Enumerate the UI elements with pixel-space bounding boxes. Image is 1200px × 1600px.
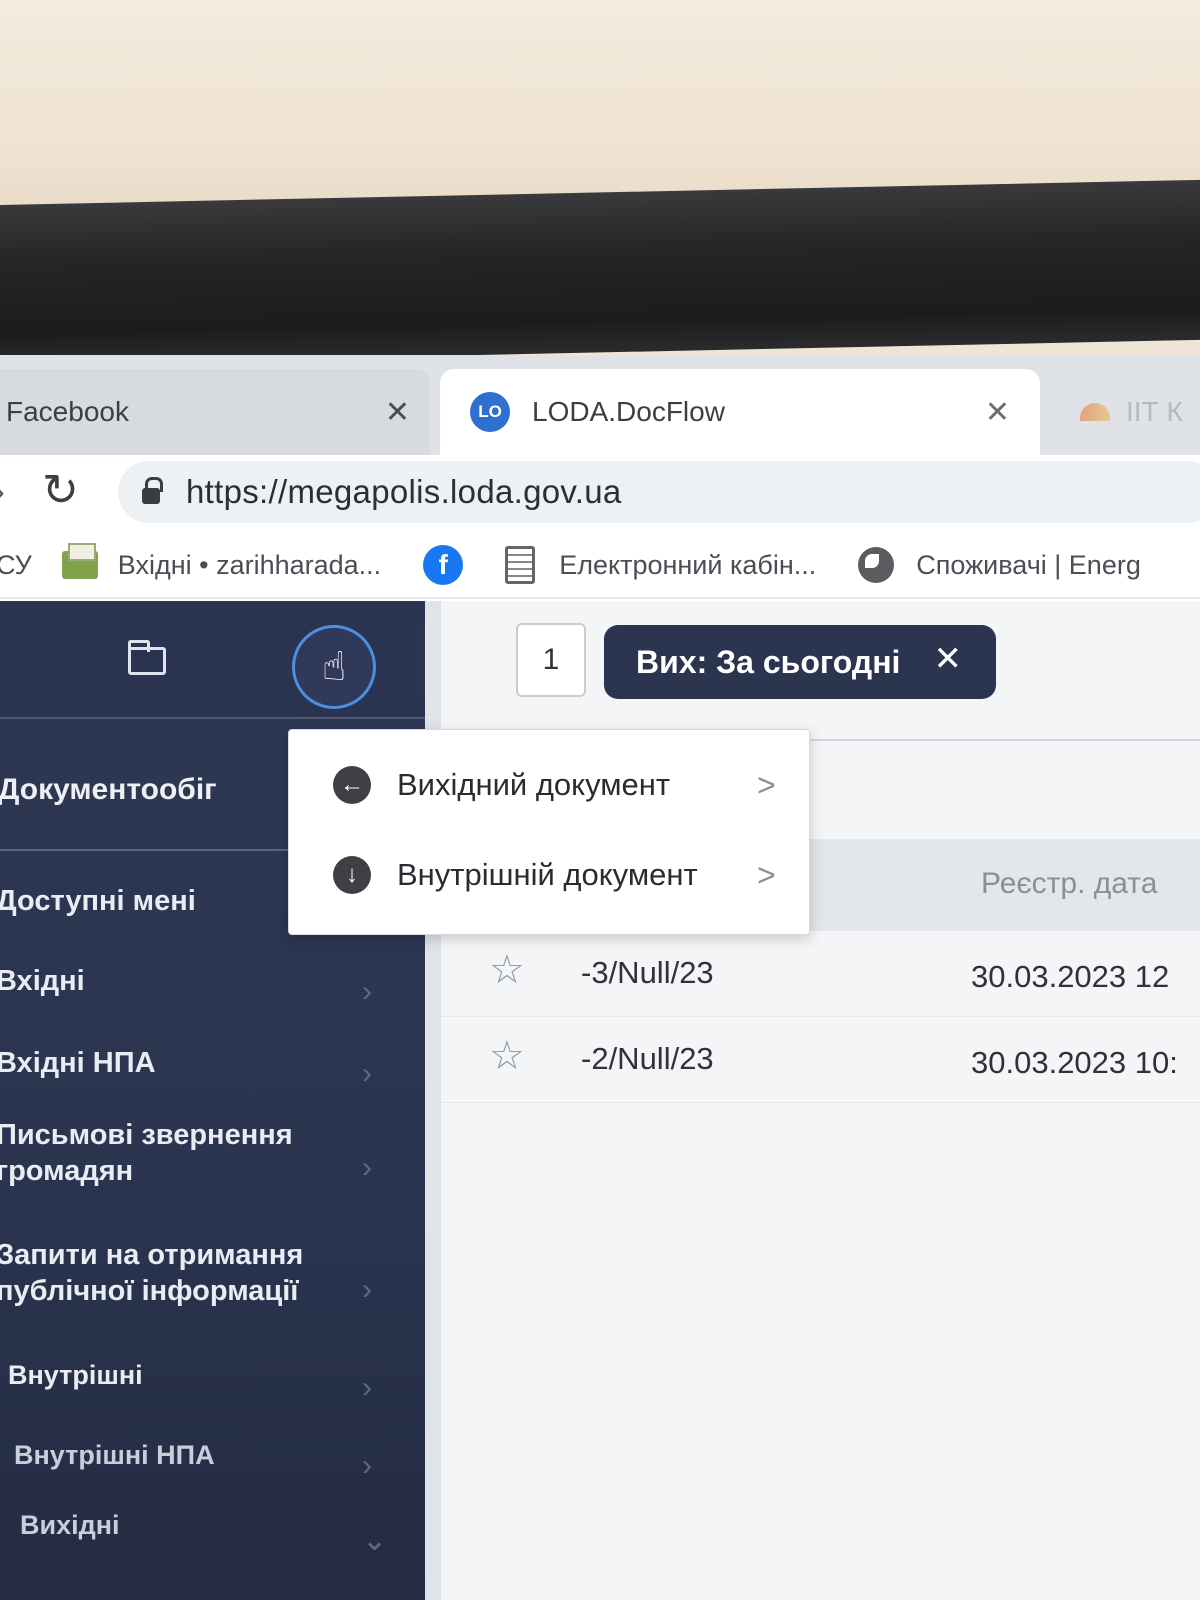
tab-title: ІІТ К xyxy=(1126,396,1183,427)
create-document-menu: ← Вихідний документ > ↓ Внутрішній докум… xyxy=(288,729,810,935)
close-icon[interactable]: ✕ xyxy=(934,639,963,679)
loda-favicon-icon: LO xyxy=(470,392,510,432)
chevron-right-icon: › xyxy=(362,1273,372,1306)
tab-title: LODA.DocFlow xyxy=(532,396,725,427)
sidebar-item-internal[interactable]: Внутрішні xyxy=(8,1357,143,1393)
monitor-bezel xyxy=(0,179,1200,365)
section-title[interactable]: Документообіг xyxy=(0,773,217,807)
table-row[interactable]: ☆ -3/Null/23 30.03.2023 12 xyxy=(441,933,1200,1017)
address-bar[interactable]: https://megapolis.loda.gov.ua xyxy=(118,461,1200,523)
tab-title: Facebook xyxy=(6,396,129,427)
chevron-right-icon: › xyxy=(362,1449,372,1482)
chevron-right-icon: > xyxy=(757,856,776,893)
lock-icon xyxy=(142,477,163,504)
sidebar-item-internal-npa[interactable]: Внутрішні НПА xyxy=(14,1437,215,1473)
column-header-reg-date[interactable]: Реєстр. дата xyxy=(981,867,1157,901)
browser-toolbar: › ↻ https://megapolis.loda.gov.ua xyxy=(0,455,1200,530)
chevron-right-icon: › xyxy=(362,1371,372,1404)
bookmark-label: Електронний кабін... xyxy=(559,549,817,580)
close-icon[interactable]: ✕ xyxy=(385,395,410,430)
sidebar-item-incoming-npa[interactable]: Вхідні НПА xyxy=(0,1045,156,1081)
reg-date: 30.03.2023 12 xyxy=(971,959,1170,994)
star-icon[interactable]: ☆ xyxy=(489,1033,525,1079)
facebook-icon: f xyxy=(423,545,464,585)
tab-facebook[interactable]: Facebook ✕ xyxy=(0,369,430,455)
menu-item-outgoing-document[interactable]: ← Вихідний документ > xyxy=(289,740,811,830)
mail-icon xyxy=(61,543,98,579)
bookmark-cabinet[interactable]: Електронний кабін... xyxy=(505,546,816,584)
star-icon[interactable]: ☆ xyxy=(489,947,525,993)
sidebar-toolbar: ☝ xyxy=(0,601,425,719)
reload-icon[interactable]: ↻ xyxy=(42,465,79,516)
pointer-hand-icon: ☝ xyxy=(321,645,347,689)
iit-favicon-icon xyxy=(1080,403,1110,421)
filter-chip[interactable]: Вих: За сьогодні ✕ xyxy=(604,625,996,699)
bookmark-facebook[interactable]: f xyxy=(423,545,464,585)
sidebar-item-citizen-appeals[interactable]: Письмові звернення громадян xyxy=(0,1117,326,1189)
document-icon xyxy=(505,546,536,584)
back-arrow-icon[interactable]: › xyxy=(0,473,5,510)
sidebar-item-public-info-requests[interactable]: Запити на отримання публічної інформації xyxy=(0,1237,336,1309)
filter-chip-label: Вих: За сьогодні xyxy=(636,643,901,680)
menu-item-internal-document[interactable]: ↓ Внутрішній документ > xyxy=(289,830,811,920)
chevron-down-icon: ⌄ xyxy=(362,1524,388,1557)
page-number[interactable]: 1 xyxy=(516,623,586,697)
tab-loda-docflow[interactable]: LO LODA.DocFlow ✕ xyxy=(440,369,1040,455)
menu-item-label: Вихідний документ xyxy=(397,767,671,802)
url-text: https://megapolis.loda.gov.ua xyxy=(186,473,622,510)
bookmarks-bar: СУ Вхідні • zarihharada... f Електронний… xyxy=(0,533,1200,599)
sidebar-item-outgoing[interactable]: Вихідні xyxy=(20,1507,120,1543)
docflow-app: ☝ Документообіг Доступні мені Вхідні › В… xyxy=(0,601,1200,1600)
tab-strip: Facebook ✕ LO LODA.DocFlow ✕ ІІТ К xyxy=(0,355,1200,455)
tab-iit[interactable]: ІІТ К xyxy=(1050,369,1200,455)
bookmark-su[interactable]: СУ xyxy=(0,550,32,581)
table-row[interactable]: ☆ -2/Null/23 30.03.2023 10: xyxy=(441,1019,1200,1103)
menu-item-label: Внутрішній документ xyxy=(397,857,698,892)
document-number: -3/Null/23 xyxy=(581,955,714,990)
create-document-button[interactable]: ☝ xyxy=(292,625,376,709)
bookmark-label: СУ xyxy=(0,549,32,580)
close-icon[interactable]: ✕ xyxy=(985,395,1010,430)
bookmark-inbox[interactable]: Вхідні • zarihharada... xyxy=(61,543,382,581)
arrow-down-circle-icon: ↓ xyxy=(333,856,371,894)
reg-date: 30.03.2023 10: xyxy=(971,1045,1178,1080)
arrow-left-circle-icon: ← xyxy=(333,766,371,804)
chevron-right-icon: › xyxy=(362,1057,372,1090)
chevron-right-icon: › xyxy=(362,1151,372,1184)
sidebar-item-incoming[interactable]: Вхідні xyxy=(0,963,85,999)
browser-window: Facebook ✕ LO LODA.DocFlow ✕ ІІТ К › ↻ h… xyxy=(0,355,1200,1600)
chevron-right-icon: > xyxy=(757,766,776,803)
folder-icon[interactable] xyxy=(128,640,166,675)
bookmark-label: Вхідні • zarihharada... xyxy=(117,549,382,580)
sidebar-item-available[interactable]: Доступні мені xyxy=(0,883,196,919)
bookmark-label: Споживачі | Energ xyxy=(916,549,1141,580)
bookmark-energy[interactable]: Споживачі | Energ xyxy=(858,547,1141,583)
globe-icon xyxy=(858,547,895,583)
chevron-right-icon: › xyxy=(362,975,372,1008)
document-number: -2/Null/23 xyxy=(581,1041,714,1076)
